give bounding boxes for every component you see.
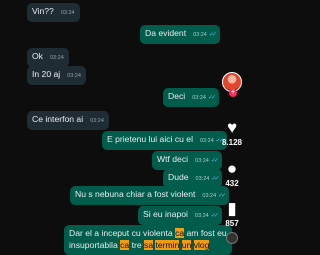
- message-text: Da evident: [145, 28, 187, 38]
- message-time: 03:24: [195, 176, 210, 182]
- message-line: insuportabila ca tre sa termin un vlog: [69, 239, 227, 252]
- read-receipt-icon: ✓✓: [208, 32, 217, 38]
- message-time: 03:24: [67, 73, 81, 79]
- bookmark-button[interactable]: ▮ 857: [218, 199, 246, 229]
- message-text-part: insuportabila: [69, 239, 121, 250]
- message-outgoing: Nu s nebuna chiar a fost violent 03:24 ✓✓: [70, 186, 230, 205]
- message-time: 03:24: [202, 193, 217, 199]
- highlighted-word: sa: [144, 239, 154, 250]
- message-incoming: Vin?? 03:24: [27, 3, 80, 22]
- message-time: 03:24: [195, 158, 209, 164]
- message-text-part: Dar el a inceput cu violenta: [69, 228, 176, 238]
- message-time: 03:24: [49, 55, 64, 61]
- message-text: Vin??: [32, 6, 54, 16]
- heart-icon: ♥: [226, 118, 238, 137]
- highlighted-word: un: [181, 239, 192, 250]
- read-receipt-icon: ✓✓: [210, 213, 219, 219]
- highlighted-word: ca: [120, 239, 130, 250]
- message-text: In 20 aj: [32, 69, 61, 79]
- message-time: 03:24: [90, 118, 104, 124]
- message-text-part: tre: [129, 239, 145, 250]
- message-outgoing: Da evident 03:24 ✓✓: [140, 25, 220, 44]
- message-incoming: In 20 aj 03:24: [27, 66, 86, 85]
- message-outgoing: E prietenu lui aici cu el 03:24 ✓✓: [102, 131, 227, 150]
- bookmark-count: 857: [225, 219, 239, 228]
- message-text: Wtf deci: [157, 154, 189, 164]
- message-outgoing: Dar el a inceput cu violenta ca am fost …: [64, 225, 232, 255]
- message-text: Deci: [168, 91, 186, 101]
- message-time: 03:24: [199, 138, 214, 144]
- share-icon[interactable]: [226, 232, 238, 244]
- message-text: Ok: [32, 51, 43, 61]
- message-text: Si eu inapoi: [143, 209, 188, 219]
- comment-count: 432: [225, 179, 239, 188]
- message-text: E prietenu lui aici cu el: [107, 134, 193, 144]
- like-count: 8.128: [221, 138, 243, 147]
- comment-icon: ●: [226, 159, 238, 178]
- message-incoming: Ce interfon ai 03:24: [27, 111, 109, 130]
- read-receipt-icon: ✓✓: [207, 95, 216, 101]
- comment-button[interactable]: ● 432: [218, 159, 246, 189]
- message-incoming: Ok 03:24: [27, 48, 69, 67]
- message-text: Nu s nebuna chiar a fost violent: [75, 189, 196, 199]
- read-receipt-icon: ✓✓: [210, 158, 219, 164]
- message-time: 03:24: [60, 10, 75, 16]
- read-receipt-icon: ✓✓: [218, 193, 226, 199]
- chat-area: Vin?? 03:24 Da evident 03:24 ✓✓ Ok 03:24 In …: [0, 0, 250, 255]
- like-button[interactable]: ♥ 8.128: [218, 118, 246, 148]
- highlighted-word: ca: [175, 228, 185, 238]
- message-text: Ce interfon ai: [32, 114, 84, 124]
- message-text-part: am fost eu: [184, 228, 227, 238]
- bookmark-icon: ▮: [227, 199, 237, 218]
- highlighted-word: termin: [155, 239, 180, 250]
- message-outgoing: Si eu inapoi 03:24 ✓✓: [138, 206, 222, 225]
- follow-plus-icon[interactable]: +: [229, 89, 237, 97]
- message-time: 03:24: [192, 95, 206, 101]
- message-outgoing: Deci 03:24 ✓✓: [163, 88, 220, 107]
- message-line: Dar el a inceput cu violenta ca am fost …: [69, 228, 227, 240]
- read-receipt-icon: ✓✓: [211, 176, 219, 182]
- message-outgoing: Wtf deci 03:24 ✓✓: [152, 151, 222, 170]
- message-time: 03:24: [193, 32, 207, 38]
- message-time: 03:24: [194, 213, 209, 219]
- message-text: Dude: [168, 172, 189, 182]
- highlighted-word: vlog: [193, 239, 210, 250]
